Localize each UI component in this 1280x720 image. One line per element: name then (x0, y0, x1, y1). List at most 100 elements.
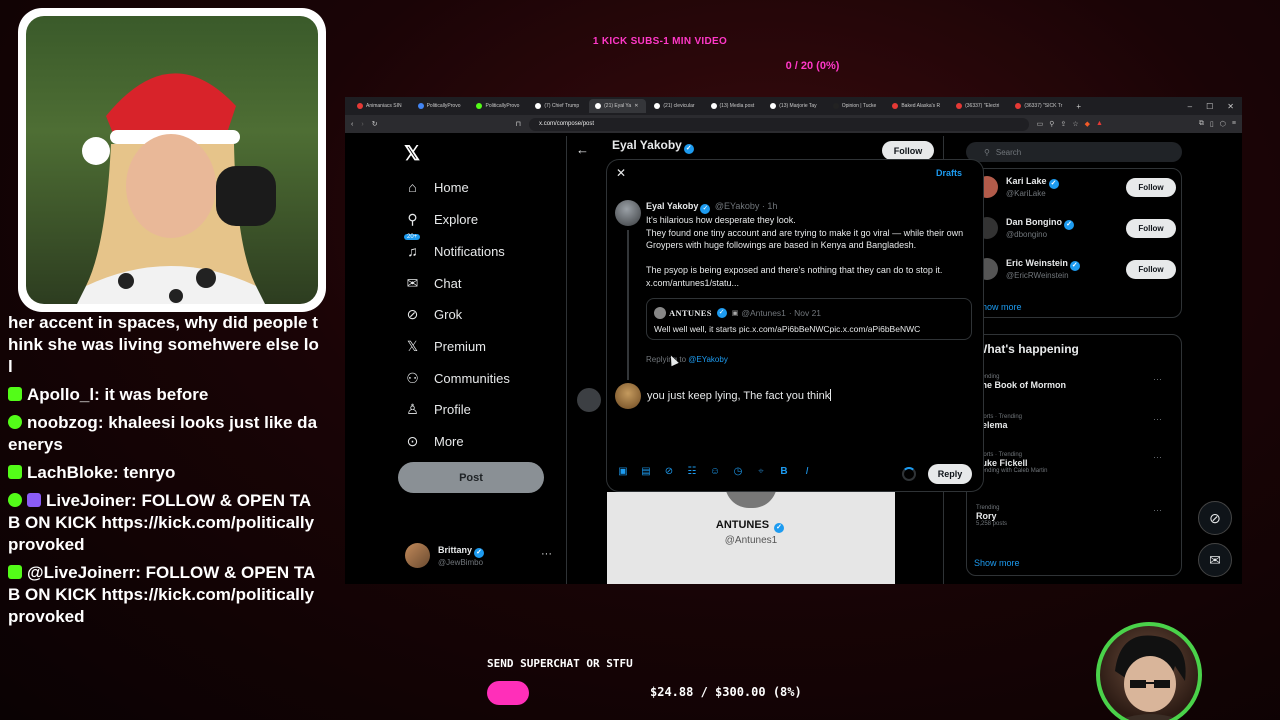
back-icon[interactable]: ‹ (351, 121, 353, 128)
follow-button[interactable]: Follow (1126, 259, 1176, 279)
extensions-icon[interactable]: ⧉ (1199, 120, 1204, 128)
tab-label: (7) Chief Trump (544, 103, 580, 109)
more-dots-icon[interactable]: ··· (1153, 452, 1162, 462)
who-to-follow-item[interactable]: Dan Bongino ✓ @dbongino Follow (976, 217, 1176, 239)
browser-tab[interactable]: (13) Marjorie Tay (764, 99, 824, 113)
forward-icon[interactable]: › (361, 121, 363, 128)
tab-favicon-icon (956, 103, 963, 109)
browser-tab[interactable]: (13) Media post (705, 99, 763, 113)
verified-icon: ✓ (774, 523, 785, 533)
browser-tab[interactable]: (36337) "SICK Tr (1009, 99, 1070, 113)
nav-more[interactable]: ⊙ More (404, 433, 464, 450)
sidebar-icon[interactable]: ▯ (1210, 120, 1214, 128)
x-logo-icon[interactable]: 𝕏 (404, 141, 420, 166)
chat-message: noobzog: khaleesi looks just like daener… (8, 413, 318, 454)
trend-item[interactable]: Sports · Trending Selema ··· (976, 414, 1176, 430)
star-icon[interactable]: ☆ (1072, 120, 1078, 128)
maximize-icon[interactable]: ☐ (1206, 102, 1213, 111)
grok-icon[interactable]: ⊘ (663, 466, 675, 477)
nav-profile[interactable]: ♙ Profile (404, 401, 471, 418)
reply-input[interactable]: you just keep lying, The fact you think (647, 389, 967, 402)
quoted-profile-card[interactable]: ANTUNES ✓ @Antunes1 (607, 484, 895, 584)
bookmark-icon[interactable]: ⊓ (516, 120, 521, 128)
quoted-card-name: ANTUNES ✓ (607, 519, 895, 533)
nav-communities[interactable]: ⚇ Communities (404, 370, 510, 387)
zoom-icon[interactable]: ⚲ (1049, 120, 1054, 128)
emoji-icon[interactable]: ☺ (709, 466, 721, 477)
browser-tab[interactable]: Animaniacs SIN (351, 99, 410, 113)
more-dots-icon[interactable]: ··· (1153, 374, 1162, 384)
who-to-follow-item[interactable]: Eric Weinstein ✓ @EricRWeinstein Follow (976, 258, 1176, 280)
follow-button[interactable]: Follow (1126, 177, 1176, 197)
minimize-icon[interactable]: – (1188, 102, 1192, 111)
browser-tab[interactable]: Opinion | Tucke (827, 99, 885, 113)
browser-tab[interactable]: Baked Alaska's R (886, 99, 948, 113)
trend-item[interactable]: Sports · Trending Luke Fickell Trending … (976, 452, 1176, 474)
more-dots-icon[interactable]: ··· (541, 548, 552, 560)
gif-icon[interactable]: ▤ (640, 466, 652, 477)
brave-shield-icon[interactable]: ◆ (1085, 120, 1090, 128)
reply-button[interactable]: Reply (928, 464, 972, 484)
nav-home[interactable]: ⌂ Home (404, 179, 468, 195)
webcam-frame (18, 8, 326, 312)
brave-rewards-icon[interactable]: ▲ (1096, 120, 1103, 128)
browser-tab[interactable]: (7) Chief Trump (529, 99, 587, 113)
search-input[interactable]: ⚲ Search (966, 142, 1182, 162)
tab-favicon-icon (476, 103, 483, 109)
nav-grok[interactable]: ⊘ Grok (404, 306, 463, 323)
menu-icon[interactable]: ≡ (1232, 120, 1236, 128)
drafts-button[interactable]: Drafts (936, 168, 962, 178)
new-tab-icon[interactable]: + (1072, 102, 1085, 111)
chat-message-text: tenryo (123, 463, 176, 482)
more-dots-icon[interactable]: ··· (1153, 414, 1162, 424)
url-field[interactable]: x.com/compose/post (529, 117, 1029, 131)
chat-username: @LiveJoinerr (27, 563, 136, 582)
follow-button[interactable]: Follow (882, 141, 934, 160)
back-arrow-icon[interactable]: ← (576, 142, 589, 157)
account-switcher[interactable]: Brittany ✓ @JewBimbo (405, 543, 486, 568)
close-window-icon[interactable]: ✕ (1227, 102, 1234, 111)
show-more-link[interactable]: Show more (974, 558, 1020, 568)
replying-handle[interactable]: @EYakoby (688, 355, 728, 364)
schedule-icon[interactable]: ◷ (732, 466, 744, 477)
grok-fab-icon[interactable]: ⊘ (1198, 501, 1232, 535)
close-icon[interactable]: ✕ (616, 166, 626, 180)
nav-explore[interactable]: ⚲ Explore (404, 211, 478, 228)
trend-item[interactable]: Trending Rory 5,258 posts ··· (976, 505, 1176, 527)
browser-tab-active[interactable]: (21) Eyal Ya ✕ (589, 99, 647, 113)
bold-icon[interactable]: B (778, 466, 790, 477)
browser-tab[interactable]: (36337) "Electri (950, 99, 1007, 113)
italic-icon[interactable]: I (801, 466, 813, 477)
who-to-follow-item[interactable]: Kari Lake ✓ @KariLake Follow (976, 176, 1176, 198)
extension-icon[interactable]: ▭ (1037, 120, 1044, 128)
share-icon[interactable]: ⇪ (1060, 120, 1066, 128)
more-dots-icon[interactable]: ··· (1153, 505, 1162, 515)
post-button[interactable]: Post (398, 462, 544, 493)
tweet-author-name[interactable]: Eyal Yakoby (646, 201, 698, 211)
anime-avatar-icon (1115, 635, 1186, 720)
trend-title: Luke Fickell (976, 458, 1028, 468)
trend-item[interactable]: Trending The Book of Mormon ··· (976, 374, 1176, 390)
messages-fab-icon[interactable]: ✉ (1198, 543, 1232, 577)
wallet-icon[interactable]: ⬡ (1220, 120, 1226, 128)
tab-favicon-icon (1015, 103, 1022, 109)
reload-icon[interactable]: ↻ (372, 120, 378, 128)
chat-username: noobzog (27, 413, 98, 432)
nav-notifications[interactable]: ♫ 20+ Notifications (404, 234, 505, 259)
nav-chat[interactable]: ✉ Chat (404, 275, 462, 292)
user-name: Dan Bongino (1006, 217, 1062, 227)
location-icon[interactable]: ⌖ (755, 466, 767, 477)
image-icon[interactable]: ▣ (617, 466, 629, 477)
poll-icon[interactable]: ☷ (686, 466, 698, 477)
tab-close-icon[interactable]: ✕ (634, 103, 638, 109)
browser-tab[interactable]: (21) clevicular (648, 99, 702, 113)
trends-title: What's happening (976, 342, 1079, 356)
follow-button[interactable]: Follow (1126, 218, 1176, 238)
search-placeholder: Search (995, 147, 1022, 157)
browser-tab[interactable]: PoliticallyProvo (470, 99, 527, 113)
tweet-link[interactable]: x.com/antunes1/statu... (646, 277, 976, 290)
trend-title: The Book of Mormon (976, 380, 1066, 390)
nav-premium[interactable]: 𝕏 Premium (404, 338, 486, 355)
avatar[interactable] (615, 200, 641, 226)
browser-tab[interactable]: PoliticallyProvo (412, 99, 469, 113)
